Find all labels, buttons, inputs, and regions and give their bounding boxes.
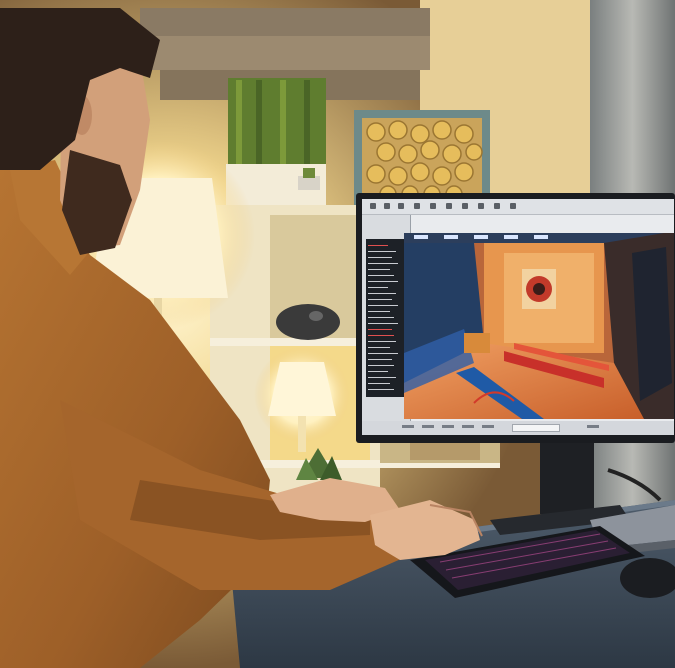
status-item [442,425,454,428]
list-item [368,251,396,252]
list-item [368,359,392,360]
toolbar-icon [398,203,404,209]
list-item [368,287,388,288]
list-item [368,317,394,318]
monitor-screen [362,199,674,435]
list-item [368,341,396,342]
list-item [368,305,398,306]
list-item [368,323,398,324]
toolbar-icon [478,203,484,209]
list-item [368,383,390,384]
toolbar-icon [446,203,452,209]
list-item [368,347,390,348]
list-item [368,269,390,270]
toolbar-icon [494,203,500,209]
list-item [368,389,394,390]
toolbar-icon [414,203,420,209]
status-item [462,425,474,428]
list-item [368,311,390,312]
status-item [402,425,414,428]
monitor-stand [540,432,594,514]
list-item [368,299,392,300]
list-item [368,257,392,258]
status-item [587,425,599,428]
list-item [368,275,394,276]
toolbar-icon [384,203,390,209]
wood-board [140,8,430,36]
3d-viewport [404,233,674,419]
list-item [368,353,398,354]
list-item [368,245,388,246]
photo-scene [0,0,675,668]
list-item [368,329,392,330]
list-item [368,371,388,372]
toolbar-icon [462,203,468,209]
list-item [368,377,396,378]
list-item [368,293,396,294]
list-item [368,365,394,366]
toolbar-icon [370,203,376,209]
list-item [368,335,394,336]
toolbar-icon [510,203,516,209]
status-field [512,424,560,432]
outliner-list [366,239,406,397]
editor-toolbar [362,199,674,215]
status-item [482,425,494,428]
status-item [422,425,434,428]
toolbar-icon [430,203,436,209]
list-item [368,263,398,264]
list-item [368,281,398,282]
editor-statusbar [362,421,674,435]
